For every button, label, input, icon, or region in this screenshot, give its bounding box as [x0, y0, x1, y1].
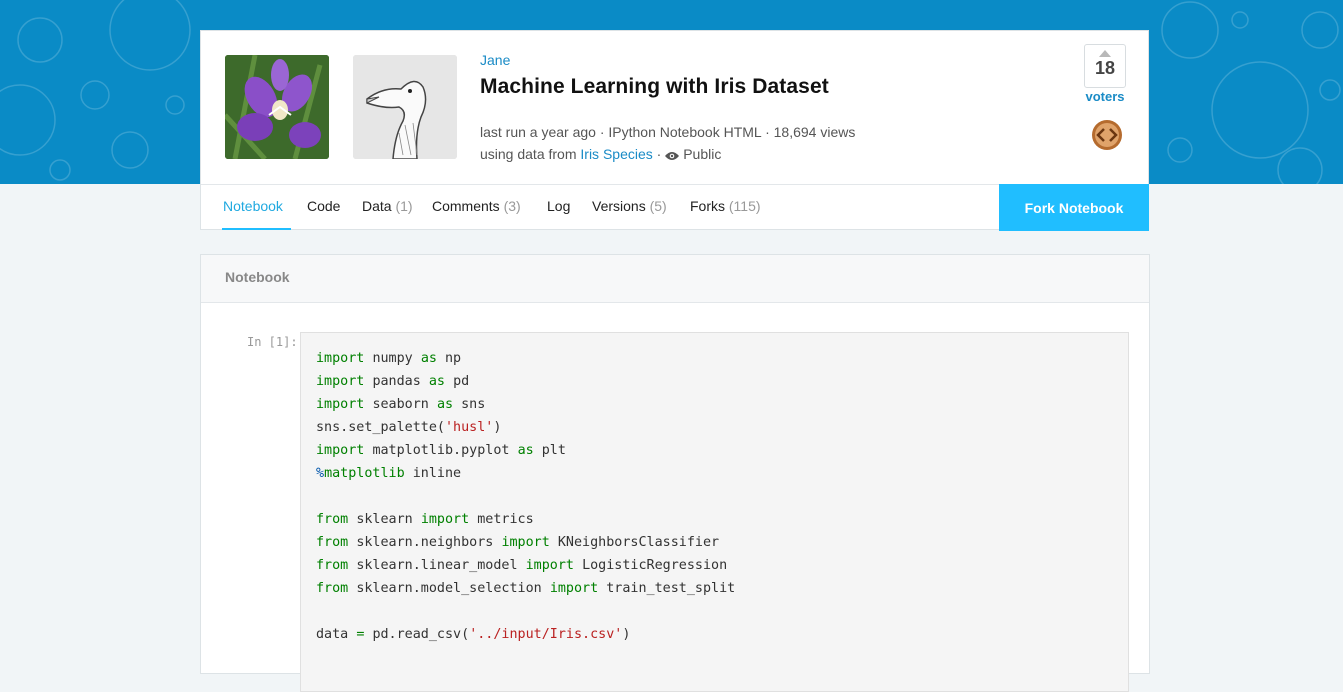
visibility-label: Public	[683, 146, 722, 162]
code-line: from sklearn.model_selection import trai…	[316, 581, 736, 596]
kernel-thumbnail	[225, 55, 329, 159]
meta-separator: ·	[652, 146, 666, 162]
code-line: import seaborn as sns	[316, 397, 486, 412]
notebook-section-title: Notebook	[201, 255, 1149, 303]
tab-versions[interactable]: Versions (5)	[592, 198, 667, 214]
kernel-meta: last run a year ago · IPython Notebook H…	[480, 124, 856, 140]
upvote-arrow-icon	[1099, 50, 1111, 57]
goose-icon	[353, 55, 457, 159]
cell-prompt: In [1]:	[247, 335, 298, 349]
kernel-header-card: Jane Machine Learning with Iris Dataset …	[200, 30, 1149, 231]
notebook-panel: Notebook In [1]: import numpy as np impor…	[200, 254, 1150, 692]
tab-log[interactable]: Log	[547, 198, 570, 214]
tab-notebook[interactable]: Notebook	[223, 198, 283, 214]
code-medal-icon	[1092, 120, 1122, 150]
data-source-prefix: using data from	[480, 146, 581, 162]
fork-notebook-button[interactable]: Fork Notebook	[999, 184, 1149, 231]
code-line: data = pd.read_csv('../input/Iris.csv')	[316, 627, 631, 642]
code-line: sns.set_palette('husl')	[316, 420, 502, 435]
page-title: Machine Learning with Iris Dataset	[480, 75, 829, 98]
author-avatar[interactable]	[353, 55, 457, 159]
code-line: import pandas as pd	[316, 374, 470, 389]
code-cell[interactable]: import numpy as np import pandas as pd imp…	[300, 332, 1129, 692]
eye-icon	[665, 148, 680, 164]
tab-code[interactable]: Code	[307, 198, 340, 214]
dataset-link[interactable]: Iris Species	[580, 146, 652, 162]
voters-link[interactable]: voters	[1077, 89, 1133, 104]
vote-count: 18	[1094, 58, 1116, 78]
tab-data[interactable]: Data (1)	[362, 198, 413, 214]
iris-flower-image	[225, 55, 329, 159]
tab-bar: Notebook Code Data (1) Comments (3) Log …	[201, 184, 1149, 231]
code-line: import numpy as np	[316, 351, 462, 366]
kernel-data-source: using data from Iris Species · Public	[480, 146, 721, 164]
code-line: from sklearn.linear_model import Logisti…	[316, 558, 728, 573]
tab-forks[interactable]: Forks (115)	[690, 198, 761, 214]
code-line: %matplotlib inline	[316, 466, 462, 481]
tab-comments[interactable]: Comments (3)	[432, 198, 521, 214]
author-link[interactable]: Jane	[480, 52, 510, 68]
upvote-button[interactable]: 18	[1084, 44, 1126, 88]
active-tab-indicator	[222, 228, 291, 230]
code-line: from sklearn.neighbors import KNeighbors…	[316, 535, 720, 550]
code-line: from sklearn import metrics	[316, 512, 534, 527]
code-line: import matplotlib.pyplot as plt	[316, 443, 566, 458]
